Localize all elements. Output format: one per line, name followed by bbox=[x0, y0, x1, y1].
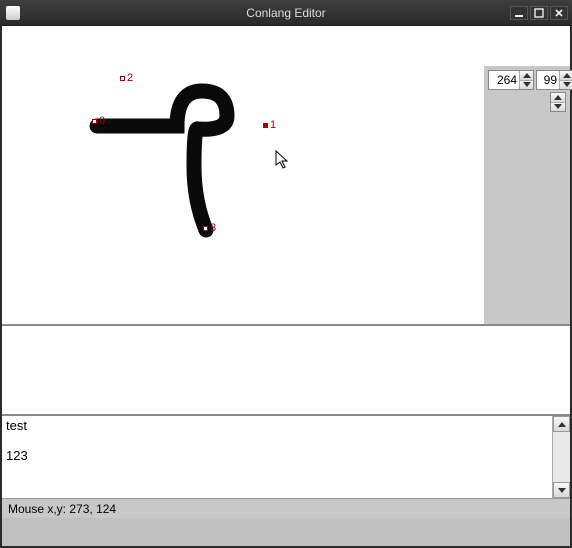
window-title: Conlang Editor bbox=[246, 6, 325, 20]
y-spinner-input[interactable] bbox=[537, 71, 559, 89]
minimize-button[interactable] bbox=[510, 6, 528, 20]
scroll-down-button[interactable] bbox=[553, 482, 570, 498]
panel-header bbox=[484, 26, 570, 66]
textarea-scrollbar[interactable] bbox=[552, 416, 570, 498]
mouse-cursor-icon bbox=[275, 150, 289, 170]
maximize-button[interactable] bbox=[530, 6, 548, 20]
control-point-2[interactable]: 2 bbox=[120, 72, 133, 84]
status-bar: Mouse x,y: 273, 124 bbox=[2, 498, 570, 518]
extra-step-up[interactable] bbox=[551, 93, 565, 103]
extra-stepper[interactable] bbox=[550, 92, 566, 112]
x-step-down[interactable] bbox=[519, 81, 533, 90]
output-panel bbox=[2, 324, 570, 414]
control-point-3[interactable]: 3 bbox=[203, 222, 216, 234]
text-input[interactable] bbox=[2, 416, 552, 498]
extra-step-down[interactable] bbox=[551, 103, 565, 112]
y-spinner[interactable] bbox=[536, 70, 572, 90]
titlebar: Conlang Editor bbox=[0, 0, 572, 26]
app-icon bbox=[6, 6, 20, 20]
scroll-up-button[interactable] bbox=[553, 416, 570, 432]
y-step-up[interactable] bbox=[559, 71, 572, 81]
side-panel bbox=[484, 26, 570, 324]
control-point-0[interactable]: 0 bbox=[92, 115, 105, 127]
output-text bbox=[2, 326, 570, 330]
status-label: Mouse x,y: bbox=[8, 502, 66, 516]
control-point-1[interactable]: 1 bbox=[263, 119, 276, 131]
drawing-canvas[interactable]: 0 1 2 3 bbox=[2, 26, 484, 324]
status-coords: 273, 124 bbox=[69, 502, 116, 516]
close-button[interactable] bbox=[550, 6, 568, 20]
x-spinner-input[interactable] bbox=[489, 71, 519, 89]
scroll-track[interactable] bbox=[553, 432, 570, 482]
x-step-up[interactable] bbox=[519, 71, 533, 81]
y-step-down[interactable] bbox=[559, 81, 572, 90]
x-spinner[interactable] bbox=[488, 70, 534, 90]
